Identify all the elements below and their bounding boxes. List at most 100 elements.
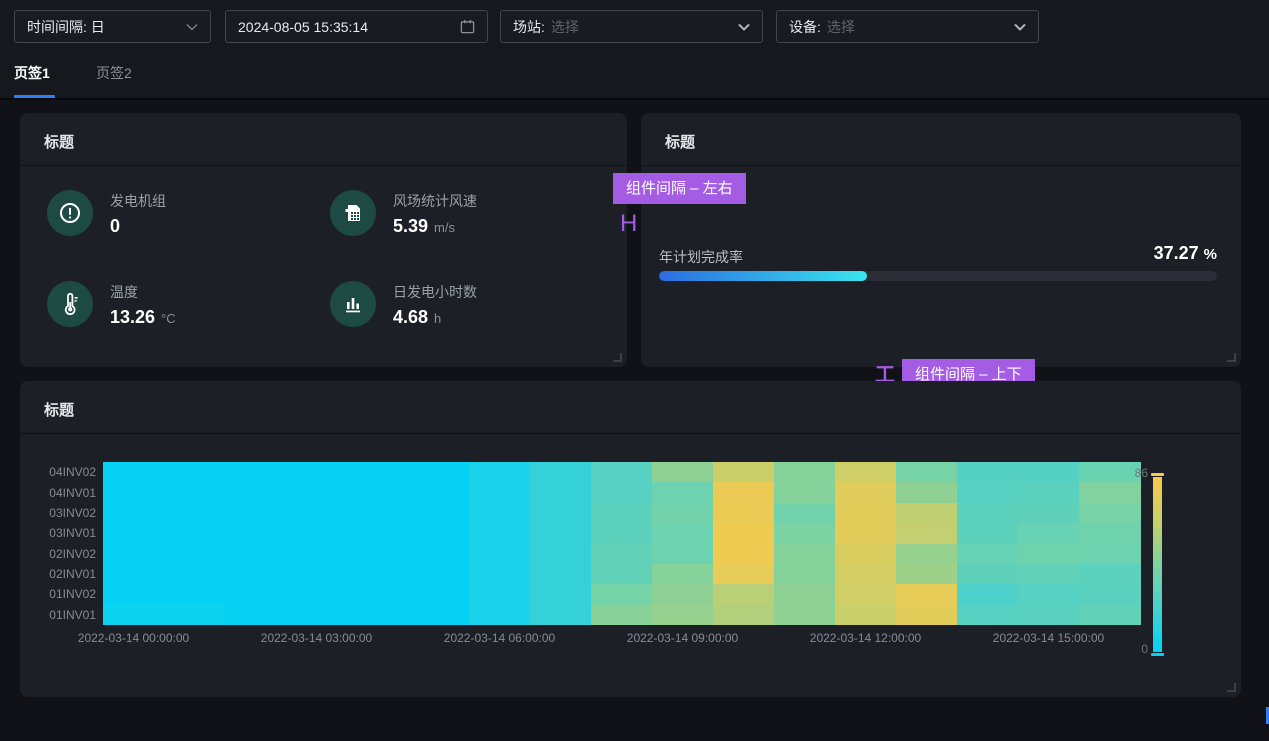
heatmap-cell [652, 462, 714, 483]
heatmap-cell [835, 503, 897, 524]
kpi-generator: 发电机组 0 [47, 190, 166, 241]
heatmap-cell [1079, 544, 1141, 565]
heatmap-y-label: 02INV02 [49, 544, 96, 564]
heatmap-cell [347, 503, 409, 524]
heatmap-cell [530, 523, 592, 544]
heatmap-cell [286, 584, 348, 605]
heatmap-cell [225, 605, 287, 626]
heatmap-cell [896, 523, 958, 544]
heatmap-cell [408, 605, 470, 626]
heatmap-cell [103, 503, 165, 524]
heatmap-cell [286, 482, 348, 503]
heatmap-cell [774, 482, 836, 503]
tab-2[interactable]: 页签2 [96, 63, 132, 83]
heatmap-y-label: 02INV01 [49, 564, 96, 584]
heatmap-cell [896, 503, 958, 524]
heatmap-cell [774, 564, 836, 585]
heatmap-cell [591, 482, 653, 503]
heatmap-cell [896, 462, 958, 483]
card-title: 标题 [665, 131, 695, 152]
heatmap-cell [103, 564, 165, 585]
heatmap-cell [286, 462, 348, 483]
heatmap-cell [286, 564, 348, 585]
metric-label: 年计划完成率 [659, 247, 743, 267]
heatmap-cell [1079, 564, 1141, 585]
kpi-unit: h [434, 311, 441, 326]
heatmap-x-label: 2022-03-14 06:00:00 [444, 631, 555, 645]
heatmap-cell [591, 584, 653, 605]
heatmap-cell [164, 462, 226, 483]
heatmap-cell [896, 564, 958, 585]
heatmap-cell [408, 503, 470, 524]
thermometer-icon [47, 281, 93, 327]
kpi-value: 5.39 [393, 216, 428, 236]
kpi-wind-speed: 风场统计风速 5.39m/s [330, 190, 477, 243]
visualmap-top-handle[interactable] [1151, 473, 1164, 476]
station-select[interactable]: 场站: 选择 [500, 10, 763, 43]
heatmap-cell [591, 544, 653, 565]
heatmap-cell [408, 584, 470, 605]
datetime-picker[interactable]: 2024-08-05 15:35:14 [225, 10, 488, 43]
visualmap-gradient-bar[interactable] [1153, 477, 1162, 652]
heatmap-cell [713, 584, 775, 605]
heatmap-cell [713, 503, 775, 524]
kpi-value: 4.68 [393, 307, 428, 327]
heatmap-cell [652, 605, 714, 626]
heatmap-cell [469, 544, 531, 565]
heatmap-cell [469, 564, 531, 585]
heatmap-cell [164, 544, 226, 565]
heatmap-cell [652, 482, 714, 503]
heatmap-cell [286, 605, 348, 626]
heatmap-cell [591, 605, 653, 626]
heatmap-x-label: 2022-03-14 12:00:00 [810, 631, 921, 645]
heatmap-cell [469, 503, 531, 524]
heatmap-cell [408, 564, 470, 585]
heatmap-cell [530, 584, 592, 605]
chevron-down-icon [738, 23, 750, 31]
heatmap-cell [713, 544, 775, 565]
heatmap-cell [286, 544, 348, 565]
heatmap-cell [1079, 584, 1141, 605]
datetime-value: 2024-08-05 15:35:14 [238, 19, 368, 35]
heatmap-cell [774, 503, 836, 524]
heatmap-cell [1079, 482, 1141, 503]
meter-report-icon [330, 190, 376, 236]
heatmap-cell [835, 584, 897, 605]
kpi-daily-hours: 日发电小时数 4.68h [330, 281, 477, 334]
heatmap-plot [103, 462, 1140, 625]
visualmap-bottom-handle[interactable] [1151, 653, 1164, 656]
kpi-unit: m/s [434, 220, 455, 235]
heatmap-cell [1018, 482, 1080, 503]
card-divider [20, 165, 627, 166]
station-placeholder: 选择 [551, 17, 579, 37]
heatmap-cell [103, 605, 165, 626]
device-select[interactable]: 设备: 选择 [776, 10, 1039, 43]
bar-chart-icon [330, 281, 376, 327]
progress-fill [659, 271, 867, 281]
heatmap-cell [591, 564, 653, 585]
resize-grip[interactable] [1227, 353, 1236, 362]
active-tab-underline [14, 95, 55, 98]
heatmap-cell [957, 544, 1019, 565]
progress-bar [659, 271, 1217, 281]
heatmap-x-label: 2022-03-14 15:00:00 [993, 631, 1104, 645]
heatmap-y-axis: 04INV0204INV0103INV0203INV0102INV0202INV… [36, 462, 96, 625]
heatmap-cell [103, 462, 165, 483]
heatmap-cell [835, 462, 897, 483]
metric-value: 37.27% [1154, 243, 1217, 264]
heatmap-cell [164, 584, 226, 605]
heatmap-x-label: 2022-03-14 09:00:00 [627, 631, 738, 645]
heatmap-cell [591, 462, 653, 483]
spacing-marker-h: H [620, 212, 637, 236]
resize-grip[interactable] [613, 353, 622, 362]
heatmap-cell [896, 544, 958, 565]
heatmap-cell [164, 564, 226, 585]
heatmap-cell [164, 482, 226, 503]
heatmap-cell [530, 482, 592, 503]
spacing-annotation-lr: 组件间隔 – 左右 [613, 173, 746, 204]
interval-select[interactable]: 时间间隔: 日 [14, 10, 211, 43]
heatmap-cell [1018, 564, 1080, 585]
heatmap-cell [347, 482, 409, 503]
tab-1[interactable]: 页签1 [14, 63, 50, 83]
resize-grip[interactable] [1227, 683, 1236, 692]
